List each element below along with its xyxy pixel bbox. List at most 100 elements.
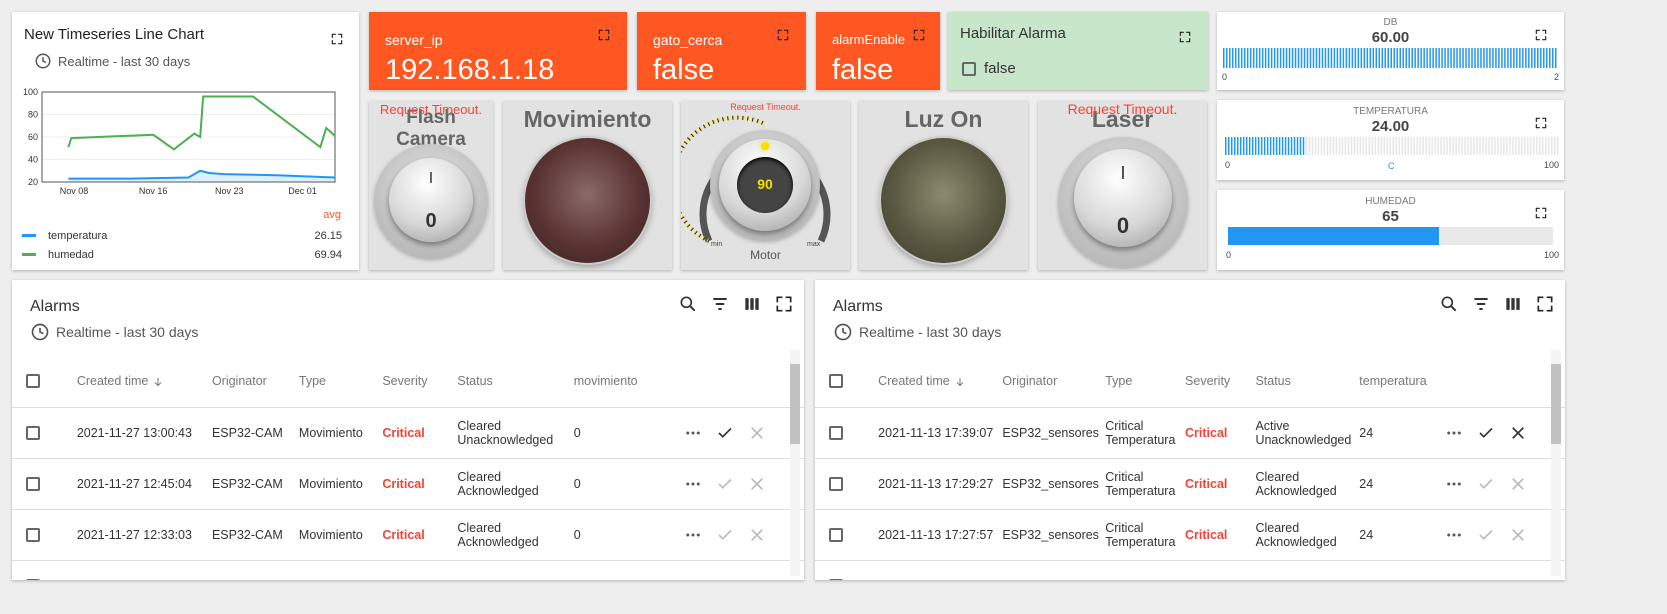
more-icon[interactable] — [684, 424, 702, 442]
filter-icon[interactable] — [710, 294, 730, 314]
table-row[interactable]: 2021-11-13 16:59:49ESP32_sensoresCritica… — [815, 560, 1565, 580]
fullscreen-icon[interactable] — [330, 32, 344, 46]
created-time-cell: 2021-11-13 17:39:07 — [877, 407, 1002, 459]
table-row[interactable]: 2021-11-27 12:33:03 ESP32-CAM Movimiento Cr… — [12, 509, 804, 561]
column-header[interactable]: Originator — [1001, 355, 1105, 408]
acknowledge-icon[interactable] — [716, 424, 734, 442]
habilitar-checkbox-row[interactable]: false — [962, 60, 1016, 77]
clear-icon[interactable] — [748, 577, 766, 580]
column-header[interactable]: Severity — [381, 355, 457, 408]
row-checkbox[interactable] — [829, 528, 843, 543]
column-header[interactable]: Type — [297, 355, 382, 408]
bar-tick — [1255, 48, 1258, 68]
more-icon[interactable] — [1445, 526, 1463, 544]
clear-icon[interactable] — [1509, 526, 1527, 544]
clear-icon[interactable] — [748, 475, 766, 493]
more-icon[interactable] — [1445, 475, 1463, 493]
bar-tick — [1497, 137, 1499, 155]
type-cell-line2: Temperatura — [1105, 535, 1176, 549]
laser-knob[interactable]: I 0 — [1074, 149, 1172, 247]
acknowledge-icon[interactable] — [1477, 577, 1495, 580]
fullscreen-icon[interactable] — [912, 28, 926, 42]
legend-item[interactable]: temperatura 26.15 — [22, 226, 342, 245]
bar-tick — [1399, 48, 1401, 68]
acknowledge-icon[interactable] — [1477, 424, 1495, 442]
acknowledge-icon[interactable] — [716, 475, 734, 493]
clear-icon[interactable] — [1509, 475, 1527, 493]
column-header[interactable]: temperatura — [1358, 355, 1444, 408]
fullscreen-icon[interactable] — [597, 28, 611, 42]
column-header[interactable]: Originator — [210, 355, 298, 408]
column-header[interactable]: movimiento — [572, 355, 684, 408]
bar-tick — [1305, 137, 1308, 155]
table-row[interactable]: 2021-11-27 12:45:04 ESP32-CAM Movimiento Cr… — [12, 458, 804, 510]
clock-icon — [30, 322, 50, 342]
row-checkbox[interactable] — [26, 528, 40, 543]
bar-tick — [1476, 137, 1478, 155]
table-row[interactable]: 2021-11-27 13:00:43 ESP32-CAM Movimiento Cr… — [12, 407, 804, 459]
fullscreen-icon[interactable] — [1534, 28, 1548, 42]
column-header[interactable]: Type — [1104, 355, 1185, 408]
flash-knob[interactable]: I 0 — [389, 158, 473, 242]
search-icon[interactable] — [1439, 294, 1459, 314]
more-icon[interactable] — [684, 526, 702, 544]
row-checkbox[interactable] — [829, 477, 843, 492]
bar-tick — [1390, 48, 1392, 68]
fullscreen-icon[interactable] — [1534, 206, 1548, 220]
clear-icon[interactable] — [1509, 424, 1527, 442]
columns-icon[interactable] — [742, 294, 762, 314]
row-checkbox[interactable] — [829, 579, 843, 580]
scrollbar-thumb[interactable] — [790, 364, 800, 444]
select-all-checkbox[interactable] — [26, 374, 40, 389]
table-row[interactable]: 2021-11-13 17:27:57 ESP32_sensores Critica… — [815, 509, 1565, 561]
more-icon[interactable] — [1445, 424, 1463, 442]
temperatura-unit: C — [1388, 161, 1395, 171]
more-icon[interactable] — [684, 577, 702, 580]
column-header[interactable]: Status — [456, 355, 573, 408]
habilitar-checkbox[interactable] — [962, 61, 976, 76]
acknowledge-icon[interactable] — [716, 577, 734, 580]
column-header[interactable]: Created time — [75, 355, 211, 408]
more-icon[interactable] — [1445, 577, 1463, 580]
legend-item[interactable]: humedad 69.94 — [22, 245, 342, 264]
alarms-timewindow[interactable]: Realtime - last 30 days — [30, 322, 198, 342]
timewindow[interactable]: Realtime - last 30 days — [34, 52, 190, 70]
severity-cell: Critical — [1184, 458, 1255, 510]
column-header[interactable]: Status — [1254, 355, 1359, 408]
fullscreen-icon[interactable] — [774, 294, 794, 314]
column-header[interactable]: Created time — [877, 355, 1002, 408]
row-checkbox[interactable] — [26, 579, 40, 580]
acknowledge-icon[interactable] — [1477, 475, 1495, 493]
scrollbar[interactable] — [790, 350, 800, 576]
fullscreen-icon[interactable] — [1178, 30, 1192, 44]
acknowledge-icon[interactable] — [716, 526, 734, 544]
more-icon[interactable] — [684, 475, 702, 493]
column-header-label: Status — [457, 374, 493, 388]
acknowledge-icon[interactable] — [1477, 526, 1495, 544]
db-value: 60.00 — [1371, 29, 1410, 46]
table-row[interactable]: 2021-11-19 21:52:46ESP32-CAMMovimientoCr… — [12, 560, 804, 580]
filter-icon[interactable] — [1471, 294, 1491, 314]
table-row[interactable]: 2021-11-13 17:39:07 ESP32_sensores Critica… — [815, 407, 1565, 459]
originator-cell: ESP32-CAM — [210, 560, 298, 580]
row-checkbox[interactable] — [26, 426, 40, 441]
column-header[interactable]: Severity — [1184, 355, 1255, 408]
type-cell: Movimiento — [297, 458, 382, 510]
y-tick-label: 100 — [23, 87, 38, 97]
clear-icon[interactable] — [748, 424, 766, 442]
clear-icon[interactable] — [1509, 577, 1527, 580]
fullscreen-icon[interactable] — [1534, 116, 1548, 130]
fullscreen-icon[interactable] — [1535, 294, 1555, 314]
columns-icon[interactable] — [1503, 294, 1523, 314]
alarms-timewindow[interactable]: Realtime - last 30 days — [833, 322, 1001, 342]
clear-icon[interactable] — [748, 526, 766, 544]
scrollbar-thumb[interactable] — [1551, 364, 1561, 444]
search-icon[interactable] — [678, 294, 698, 314]
select-all-checkbox[interactable] — [829, 374, 843, 389]
scrollbar[interactable] — [1551, 350, 1561, 576]
bar-tick — [1492, 48, 1494, 68]
table-row[interactable]: 2021-11-13 17:29:27 ESP32_sensores Critica… — [815, 458, 1565, 510]
row-checkbox[interactable] — [829, 426, 843, 441]
fullscreen-icon[interactable] — [776, 28, 790, 42]
row-checkbox[interactable] — [26, 477, 40, 492]
